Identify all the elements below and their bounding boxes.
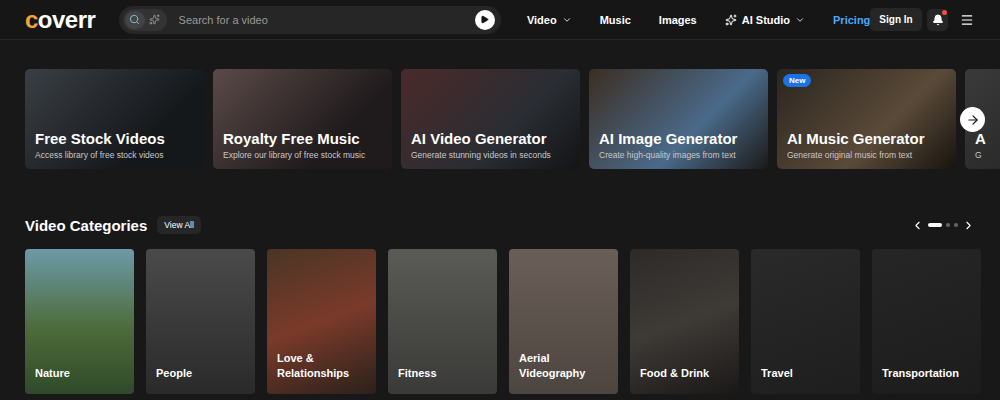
section-header: Video Categories View All [25, 215, 975, 235]
feature-subtitle: Generate original music from text [787, 150, 946, 160]
feature-subtitle: Create high-quality images from text [599, 150, 758, 160]
nav-item[interactable]: AI Studio [725, 14, 805, 26]
video-categories: Video Categories View All Nature People Love… [0, 215, 1000, 394]
nav-item[interactable]: Music [600, 14, 631, 26]
category-row: Nature People Love & Relationships Fitness A… [25, 249, 975, 394]
chevron-left-icon [911, 219, 924, 232]
pager [911, 219, 975, 232]
search-input[interactable] [177, 13, 465, 27]
hamburger-icon [960, 13, 974, 27]
sign-in-button[interactable]: Sign In [870, 8, 921, 31]
play-icon [480, 15, 489, 24]
category-label: Travel [761, 366, 793, 380]
page: coverr Video Music Images AI Studio PricingSi… [0, 0, 1000, 400]
category-label: People [156, 366, 192, 380]
view-all-button[interactable]: View All [157, 216, 201, 234]
search-icon [129, 14, 140, 25]
nav-item[interactable]: Pricing [833, 14, 870, 26]
feature-card[interactable]: AI Image Generator Create high-quality im… [589, 69, 768, 169]
feature-card[interactable]: Free Stock Videos Access library of free … [25, 69, 204, 169]
category-tile[interactable]: Love & Relationships [267, 249, 376, 394]
chevron-down-icon [562, 15, 572, 25]
feature-subtitle: Explore our library of free stock music [223, 150, 382, 160]
category-tile[interactable]: Travel [751, 249, 860, 394]
menu-button[interactable] [956, 9, 978, 31]
new-badge: New [783, 74, 811, 87]
page-dot[interactable] [946, 223, 950, 227]
search-mode-button[interactable] [125, 11, 145, 29]
nav-item[interactable]: Video [527, 14, 572, 26]
feature-subtitle: Generate stunning videos in seconds [411, 150, 570, 160]
nav-item[interactable]: Images [659, 14, 697, 26]
logo[interactable]: coverr [25, 6, 119, 34]
feature-row: Free Stock Videos Access library of free … [25, 69, 1000, 169]
category-label: Food & Drink [640, 366, 709, 380]
next-button[interactable] [962, 219, 975, 232]
header: coverr Video Music Images AI Studio PricingSi… [0, 0, 1000, 40]
category-tile[interactable]: Transportation [872, 249, 981, 394]
category-tile[interactable]: Fitness [388, 249, 497, 394]
category-tile[interactable]: Nature [25, 249, 134, 394]
category-label: Nature [35, 366, 70, 380]
category-tile[interactable]: People [146, 249, 255, 394]
search-box [119, 6, 501, 34]
search-mode-toggle [123, 9, 167, 31]
feature-carousel: Free Stock Videos Access library of free … [0, 69, 1000, 169]
category-label: Love & Relationships [277, 351, 366, 380]
chevron-down-icon [795, 15, 805, 25]
category-tile[interactable]: Food & Drink [630, 249, 739, 394]
unread-dot [942, 10, 947, 15]
page-dot[interactable] [928, 223, 942, 227]
feature-card[interactable]: AI Video Generator Generate stunning vide… [401, 69, 580, 169]
feature-card[interactable]: New AI Music Generator Generate original m… [777, 69, 956, 169]
page-dot[interactable] [954, 223, 958, 227]
feature-subtitle: Access library of free stock videos [35, 150, 194, 160]
ai-mode-button[interactable] [145, 11, 165, 29]
notifications-button[interactable] [927, 9, 949, 31]
category-tile[interactable]: Aerial Videography [509, 249, 618, 394]
sparkle-icon [725, 14, 737, 26]
feature-title: AI Image Generator [599, 130, 758, 148]
sparkle-icon [149, 14, 160, 25]
feature-card[interactable]: Royalty Free Music Explore our library of… [213, 69, 392, 169]
section-title: Video Categories [25, 217, 147, 234]
carousel-next-button[interactable] [960, 107, 985, 132]
feature-subtitle: G [975, 150, 1000, 160]
feature-title: Royalty Free Music [223, 130, 382, 148]
search-submit-button[interactable] [475, 10, 495, 30]
feature-title: AI Video Generator [411, 130, 570, 148]
bell-icon [932, 14, 944, 26]
category-label: Transportation [882, 366, 959, 380]
arrow-right-icon [966, 113, 980, 127]
prev-button[interactable] [911, 219, 924, 232]
main-nav: Video Music Images AI Studio Pricing [527, 14, 870, 26]
chevron-right-icon [962, 219, 975, 232]
category-label: Fitness [398, 366, 437, 380]
category-label: Aerial Videography [519, 351, 608, 380]
feature-title: AI Music Generator [787, 130, 946, 148]
feature-title: A [975, 130, 1000, 148]
feature-title: Free Stock Videos [35, 130, 194, 148]
